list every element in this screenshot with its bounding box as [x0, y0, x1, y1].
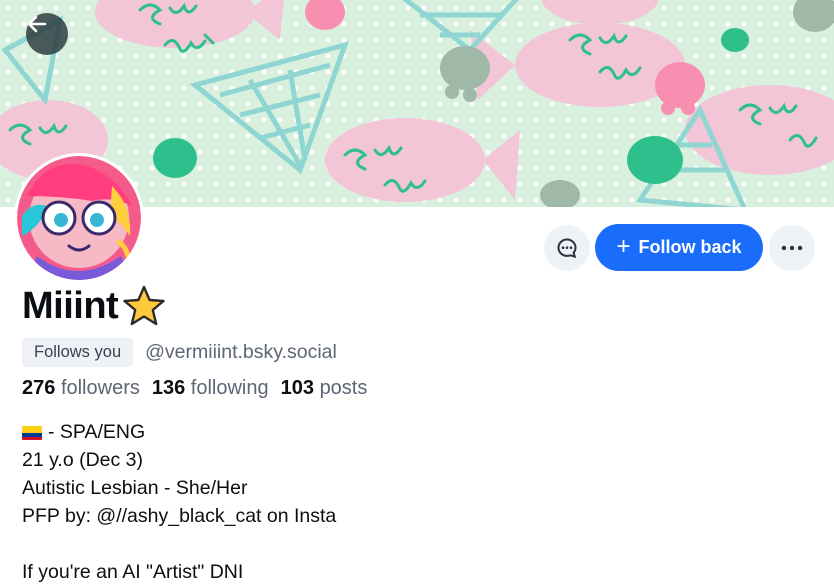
- profile-bio: - SPA/ENG 21 y.o (Dec 3) Autistic Lesbia…: [22, 418, 336, 586]
- profile-name-row: Miiint: [22, 284, 167, 328]
- bio-line4: PFP by: @//ashy_black_cat on Insta: [22, 505, 337, 527]
- user-handle: @vermiiint.bsky.social: [145, 341, 337, 363]
- posts-count: 103: [280, 377, 314, 399]
- followers-stat[interactable]: 276 followers: [22, 377, 140, 400]
- profile-stats: 276 followers 136 following 103 posts: [22, 377, 367, 400]
- followers-count: 276: [22, 377, 56, 399]
- handle-row: Follows you @vermiiint.bsky.social: [22, 338, 337, 367]
- arrow-left-icon: [27, 15, 47, 33]
- follows-you-badge: Follows you: [22, 338, 134, 367]
- posts-label: posts: [319, 377, 368, 399]
- chat-bubble-icon: [557, 238, 577, 259]
- follow-back-label: Follow back: [638, 237, 742, 257]
- bio-line2: 21 y.o (Dec 3): [22, 449, 144, 471]
- avatar-image: [17, 156, 141, 280]
- avatar[interactable]: [14, 153, 144, 283]
- bio-blank-line: [22, 530, 336, 558]
- followers-label: followers: [60, 377, 140, 399]
- star-icon: [123, 285, 165, 326]
- following-stat[interactable]: 136 following: [152, 377, 269, 400]
- following-label: following: [190, 377, 269, 399]
- display-name: Miiint: [22, 284, 119, 327]
- bio-line1: - SPA/ENG: [48, 421, 146, 443]
- message-button[interactable]: [544, 225, 590, 271]
- ellipsis-icon: [781, 245, 803, 251]
- bio-line-languages: - SPA/ENG: [22, 418, 336, 446]
- follow-back-button[interactable]: + Follow back: [595, 224, 763, 271]
- plus-icon: +: [616, 232, 631, 260]
- bio-line3: Autistic Lesbian - She/Her: [22, 477, 248, 499]
- more-options-button[interactable]: [769, 225, 815, 271]
- back-button[interactable]: [26, 13, 68, 55]
- colombia-flag-icon: [22, 426, 42, 440]
- following-count: 136: [151, 377, 186, 399]
- bio-line5: If you're an AI "Artist" DNI: [22, 561, 244, 583]
- posts-stat: 103 posts: [281, 377, 368, 400]
